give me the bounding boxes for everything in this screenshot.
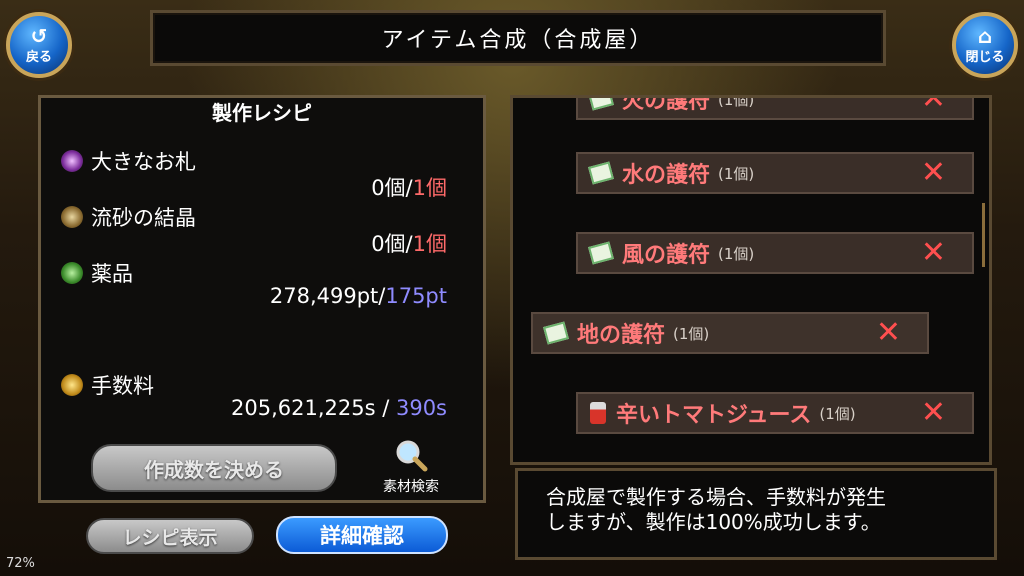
big-talisman-icon xyxy=(61,150,83,172)
item-name: 風の護符 xyxy=(622,243,711,268)
battery-indicator: 72% xyxy=(6,556,35,571)
talisman-scroll-icon xyxy=(543,321,569,345)
detail-confirm-button[interactable]: 詳細確認 xyxy=(276,516,448,554)
material-search-label: 素材検索 xyxy=(383,479,439,495)
back-button-label: 戻る xyxy=(25,49,52,65)
close-button-label: 閉じる xyxy=(965,49,1005,65)
material-row: 薬品 xyxy=(61,258,133,288)
item-list-panel[interactable]: 火の護符 (1個) ✕ 水の護符 (1個) ✕ 風の護符 (1個) ✕ 地の護符… xyxy=(510,95,992,465)
fee-row: 手数料 xyxy=(61,370,154,400)
material-quantity: 278,499pt/175pt xyxy=(270,284,447,308)
material-name: 大きなお札 xyxy=(91,150,196,174)
fee-label: 手数料 xyxy=(91,374,154,398)
close-button[interactable]: ⌂ 閉じる xyxy=(952,12,1018,78)
list-item[interactable]: 水の護符 (1個) ✕ xyxy=(576,152,974,194)
quantity-have: 0個/ xyxy=(371,176,413,200)
talisman-scroll-icon xyxy=(588,161,614,185)
back-arrow-icon: ↺ xyxy=(30,23,48,48)
page-title: アイテム合成（合成屋） xyxy=(150,10,886,66)
material-name: 流砂の結晶 xyxy=(91,206,196,230)
info-text-line: しますが、製作は100%成功します。 xyxy=(546,510,881,534)
magnifier-icon xyxy=(396,440,428,472)
list-scrollbar[interactable] xyxy=(982,203,985,267)
material-row: 流砂の結晶 xyxy=(61,202,196,232)
quantity-need: 1個 xyxy=(412,232,447,256)
item-name: 地の護符 xyxy=(577,323,666,348)
fee-need: 390s xyxy=(395,396,447,420)
coins-icon xyxy=(61,374,83,396)
item-count: (1個) xyxy=(718,244,755,263)
item-count: (1個) xyxy=(718,95,755,109)
quantity-have: 278,499pt/ xyxy=(269,284,386,308)
back-button[interactable]: ↺ 戻る xyxy=(6,12,72,78)
remove-x-icon[interactable]: ✕ xyxy=(921,398,946,428)
item-count: (1個) xyxy=(819,404,856,423)
juice-bottle-icon xyxy=(590,402,606,424)
recipe-panel: 製作レシピ 大きなお札 0個/1個 流砂の結晶 0個/1個 薬品 278,499… xyxy=(38,95,486,503)
quantity-need: 175pt xyxy=(385,284,447,308)
page-title-text: アイテム合成（合成屋） xyxy=(381,28,655,53)
item-count: (1個) xyxy=(718,164,755,183)
item-count: (1個) xyxy=(673,324,710,343)
recipe-display-button[interactable]: レシピ表示 xyxy=(86,518,254,554)
quantity-need: 1個 xyxy=(412,176,447,200)
material-search-button[interactable]: 素材検索 xyxy=(369,438,453,496)
decide-quantity-button[interactable]: 作成数を決める xyxy=(91,444,337,492)
list-item[interactable]: 火の護符 (1個) ✕ xyxy=(576,95,974,120)
remove-x-icon[interactable]: ✕ xyxy=(921,158,946,188)
item-name: 水の護符 xyxy=(622,163,711,188)
item-name: 辛いトマトジュース xyxy=(616,403,812,428)
sand-crystal-icon xyxy=(61,206,83,228)
recipe-title: 製作レシピ xyxy=(212,101,312,125)
remove-x-icon[interactable]: ✕ xyxy=(921,98,946,114)
item-name: 火の護符 xyxy=(622,95,711,114)
quantity-have: 0個/ xyxy=(371,232,413,256)
material-quantity: 0個/1個 xyxy=(371,172,447,202)
info-panel: 合成屋で製作する場合、手数料が発生 しますが、製作は100%成功します。 xyxy=(515,468,997,560)
fee-have: 205,621,225s / xyxy=(231,396,396,420)
talisman-scroll-icon xyxy=(588,98,614,111)
list-item[interactable]: 地の護符 (1個) ✕ xyxy=(531,312,929,354)
material-quantity: 0個/1個 xyxy=(371,228,447,258)
talisman-scroll-icon xyxy=(588,241,614,265)
remove-x-icon[interactable]: ✕ xyxy=(876,318,901,348)
list-item[interactable]: 辛いトマトジュース (1個) ✕ xyxy=(576,392,974,434)
material-row: 大きなお札 xyxy=(61,146,196,176)
list-item[interactable]: 風の護符 (1個) ✕ xyxy=(576,232,974,274)
home-icon: ⌂ xyxy=(977,23,993,48)
material-name: 薬品 xyxy=(91,262,133,286)
fee-quantity: 205,621,225s / 390s xyxy=(231,396,447,420)
remove-x-icon[interactable]: ✕ xyxy=(921,238,946,268)
info-text-line: 合成屋で製作する場合、手数料が発生 xyxy=(546,485,886,509)
herb-icon xyxy=(61,262,83,284)
